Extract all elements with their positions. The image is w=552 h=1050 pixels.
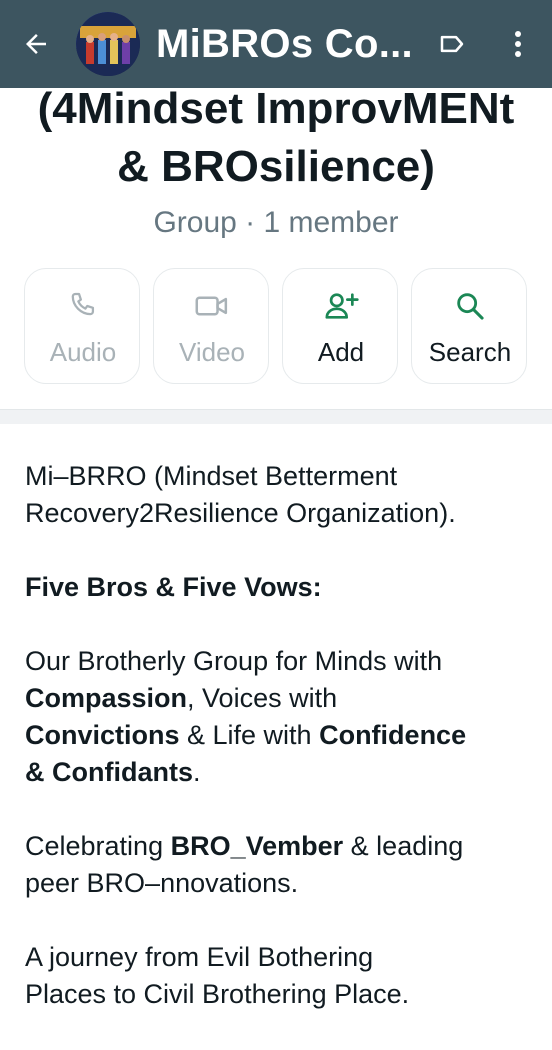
search-button[interactable]: Search: [411, 268, 527, 384]
more-options-button[interactable]: [500, 24, 536, 64]
phone-icon: [71, 292, 95, 316]
more-vertical-icon: [515, 31, 521, 57]
description-paragraph-1: Mi–BRRO (Mindset Betterment Recovery2Res…: [25, 458, 535, 532]
group-name-line-2: & BROsilience): [117, 142, 435, 191]
description-text: Places to Civil Brothering Place.: [25, 979, 410, 1009]
group-name-line-1: (4Mindset ImprovMENt: [37, 84, 515, 133]
description-bold: BRO_Vember: [170, 831, 344, 861]
chat-title[interactable]: MiBROs Co...: [156, 22, 414, 67]
group-avatar[interactable]: [76, 12, 140, 76]
description-paragraph-5: A journey from Evil Bothering Places to …: [25, 939, 535, 1013]
description-heading: Five Bros & Five Vows:: [25, 572, 322, 602]
audio-label: Audio: [49, 337, 117, 367]
description-paragraph-3: Our Brotherly Group for Minds with Compa…: [25, 643, 535, 791]
label-icon: [440, 35, 464, 53]
description-text: peer BRO–nnovations.: [25, 868, 299, 898]
description-text: .: [193, 757, 201, 787]
section-divider: [0, 409, 552, 424]
back-button[interactable]: [0, 0, 72, 88]
description-text: , Voices with: [187, 683, 338, 713]
search-label: Search: [428, 337, 512, 367]
group-description: Mi–BRRO (Mindset Betterment Recovery2Res…: [25, 458, 535, 1050]
app-bar: MiBROs Co...: [0, 0, 552, 88]
description-paragraph-2: Five Bros & Five Vows:: [25, 569, 535, 606]
search-icon: [457, 293, 484, 320]
description-text: & leading: [343, 831, 464, 861]
description-bold: Confidence: [319, 720, 467, 750]
audio-call-button[interactable]: Audio: [24, 268, 140, 384]
group-avatar-image: [76, 12, 140, 76]
video-camera-icon: [195, 296, 228, 316]
description-bold: Convictions: [25, 720, 180, 750]
add-member-button[interactable]: Add: [282, 268, 398, 384]
video-label: Video: [178, 337, 246, 367]
description-text: Mi–BRRO (Mindset Betterment: [25, 461, 398, 491]
action-buttons: Audio Video Add Search: [24, 268, 528, 386]
description-bold: & Confidants: [25, 757, 193, 787]
add-label: Add: [317, 337, 365, 367]
description-text: A journey from Evil Bothering: [25, 942, 374, 972]
label-button[interactable]: [432, 26, 472, 62]
add-person-icon: [325, 293, 359, 319]
description-text: Recovery2Resilience Organization).: [25, 498, 456, 528]
video-call-button[interactable]: Video: [153, 268, 269, 384]
description-text: Celebrating: [25, 831, 171, 861]
description-text: Our Brotherly Group for Minds with: [25, 646, 443, 676]
description-text: & Life with: [179, 720, 320, 750]
group-name: (4Mindset ImprovMENt & BROsilience): [0, 80, 552, 196]
arrow-left-icon: [26, 34, 46, 54]
description-paragraph-4: Celebrating BRO_Vember & leading peer BR…: [25, 828, 535, 902]
group-member-count: Group · 1 member: [153, 206, 399, 239]
description-bold: Compassion: [25, 683, 188, 713]
